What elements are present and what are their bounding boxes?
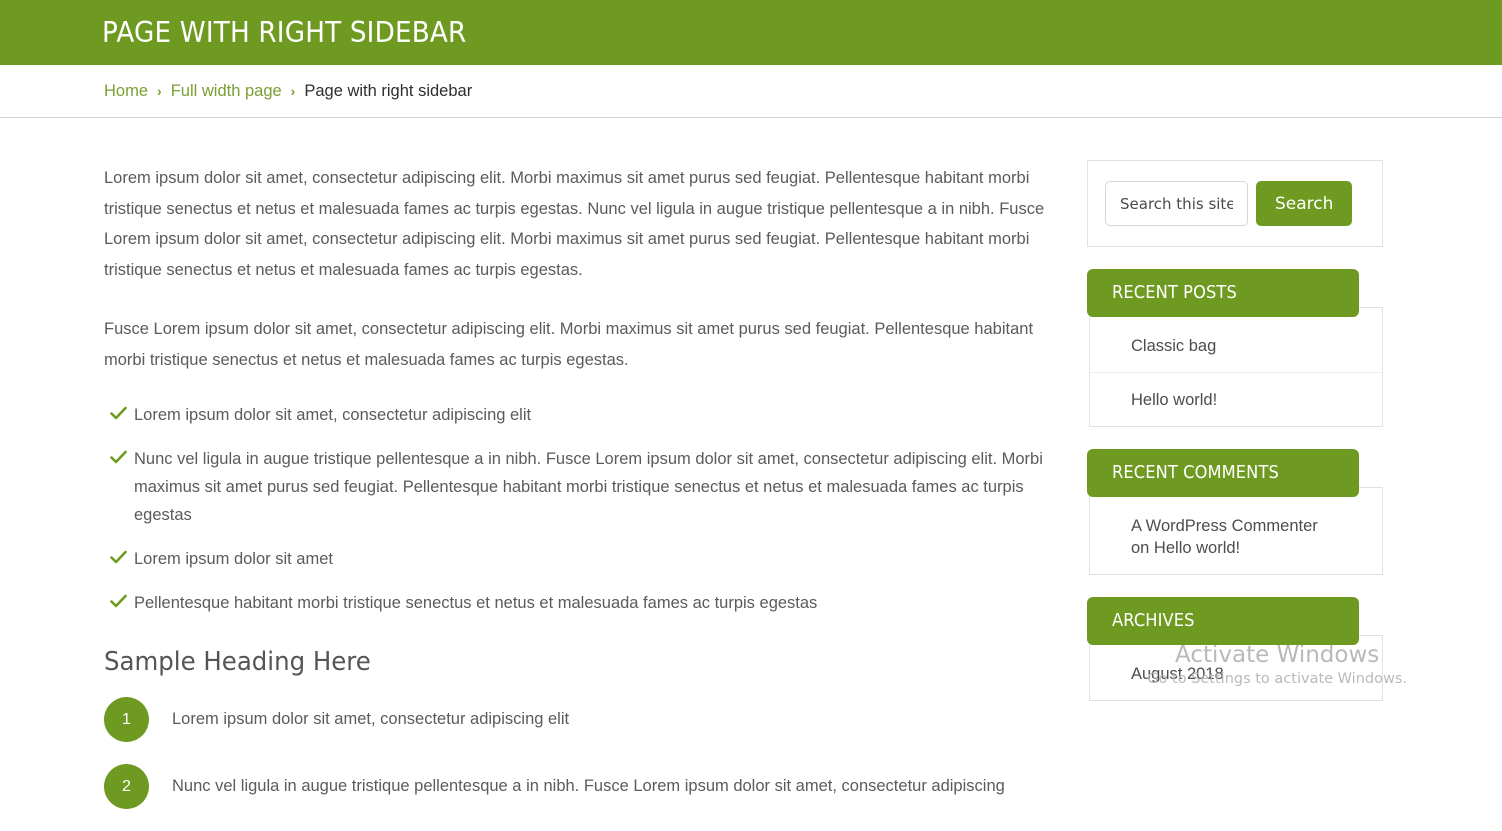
- list-item-label: Nunc vel ligula in augue tristique pelle…: [134, 450, 1043, 524]
- search-panel: Search: [1087, 160, 1383, 247]
- widget-archives: ARCHIVES August 2018: [1087, 597, 1383, 701]
- list-item[interactable]: A WordPress Commenter on Hello world!: [1090, 498, 1382, 574]
- search-button[interactable]: Search: [1256, 181, 1353, 226]
- breadcrumb-link-home[interactable]: Home: [104, 82, 148, 101]
- check-icon: [110, 549, 127, 566]
- widget-header-recent-posts: RECENT POSTS: [1087, 269, 1359, 317]
- list-item: Nunc vel ligula in augue tristique pelle…: [104, 445, 1059, 529]
- main-content: Lorem ipsum dolor sit amet, consectetur …: [104, 118, 1059, 831]
- breadcrumb-separator-icon: ›: [157, 83, 162, 99]
- list-item-label: Nunc vel ligula in augue tristique pelle…: [172, 777, 1005, 795]
- widget-body: A WordPress Commenter on Hello world!: [1089, 487, 1383, 575]
- list-number-badge: 1: [104, 697, 149, 742]
- archives-list: August 2018: [1090, 646, 1382, 700]
- widget-title: RECENT COMMENTS: [1112, 463, 1279, 483]
- list-item[interactable]: August 2018: [1090, 646, 1382, 700]
- paragraph-1: Lorem ipsum dolor sit amet, consectetur …: [104, 169, 1045, 279]
- widget-header-archives: ARCHIVES: [1087, 597, 1359, 645]
- page-title: PAGE WITH RIGHT SIDEBAR: [102, 16, 467, 49]
- search-input[interactable]: [1105, 181, 1248, 226]
- search-form: Search: [1105, 181, 1365, 226]
- page-header: PAGE WITH RIGHT SIDEBAR: [0, 0, 1502, 65]
- check-icon: [110, 449, 127, 466]
- breadcrumb-link-full-width-page[interactable]: Full width page: [171, 82, 282, 101]
- list-item-label: Lorem ipsum dolor sit amet, consectetur …: [134, 406, 532, 424]
- recent-posts-list: Classic bag Hello world!: [1090, 318, 1382, 426]
- paragraph-2: Fusce Lorem ipsum dolor sit amet, consec…: [104, 320, 1034, 369]
- widget-header-recent-comments: RECENT COMMENTS: [1087, 449, 1359, 497]
- numbered-list: 1 Lorem ipsum dolor sit amet, consectetu…: [104, 697, 1059, 809]
- list-item[interactable]: Hello world!: [1090, 372, 1382, 426]
- widget-recent-comments: RECENT COMMENTS A WordPress Commenter on…: [1087, 449, 1383, 575]
- section-heading: Sample Heading Here: [104, 647, 371, 677]
- widget-title: RECENT POSTS: [1112, 283, 1237, 303]
- check-list: Lorem ipsum dolor sit amet, consectetur …: [104, 401, 1059, 617]
- list-number-badge: 2: [104, 764, 149, 809]
- list-item[interactable]: Classic bag: [1090, 318, 1382, 372]
- widget-recent-posts: RECENT POSTS Classic bag Hello world!: [1087, 269, 1383, 427]
- check-icon: [110, 405, 127, 422]
- list-item-label: Pellentesque habitant morbi tristique se…: [134, 594, 818, 612]
- widget-title: ARCHIVES: [1112, 611, 1195, 631]
- page-body: Lorem ipsum dolor sit amet, consectetur …: [0, 118, 1502, 831]
- widget-body: Classic bag Hello world!: [1089, 307, 1383, 427]
- list-item-label: Lorem ipsum dolor sit amet, consectetur …: [172, 710, 570, 728]
- list-item: Pellentesque habitant morbi tristique se…: [104, 589, 1059, 617]
- breadcrumb-separator-icon: ›: [290, 83, 296, 99]
- breadcrumb: Home › Full width page › Page with right…: [104, 82, 472, 101]
- check-icon: [110, 593, 127, 610]
- list-item: 1 Lorem ipsum dolor sit amet, consectetu…: [104, 697, 1059, 742]
- list-item: 2 Nunc vel ligula in augue tristique pel…: [104, 764, 1059, 809]
- breadcrumb-current: Page with right sidebar: [304, 81, 473, 100]
- breadcrumb-bar: Home › Full width page › Page with right…: [0, 65, 1502, 118]
- list-item-label: Lorem ipsum dolor sit amet: [134, 550, 333, 568]
- sidebar: Search RECENT POSTS Classic bag Hello wo…: [1087, 118, 1383, 831]
- list-item: Lorem ipsum dolor sit amet: [104, 545, 1059, 573]
- recent-comments-list: A WordPress Commenter on Hello world!: [1090, 498, 1382, 574]
- widget-search: Search: [1087, 160, 1383, 247]
- list-item: Lorem ipsum dolor sit amet, consectetur …: [104, 401, 1059, 429]
